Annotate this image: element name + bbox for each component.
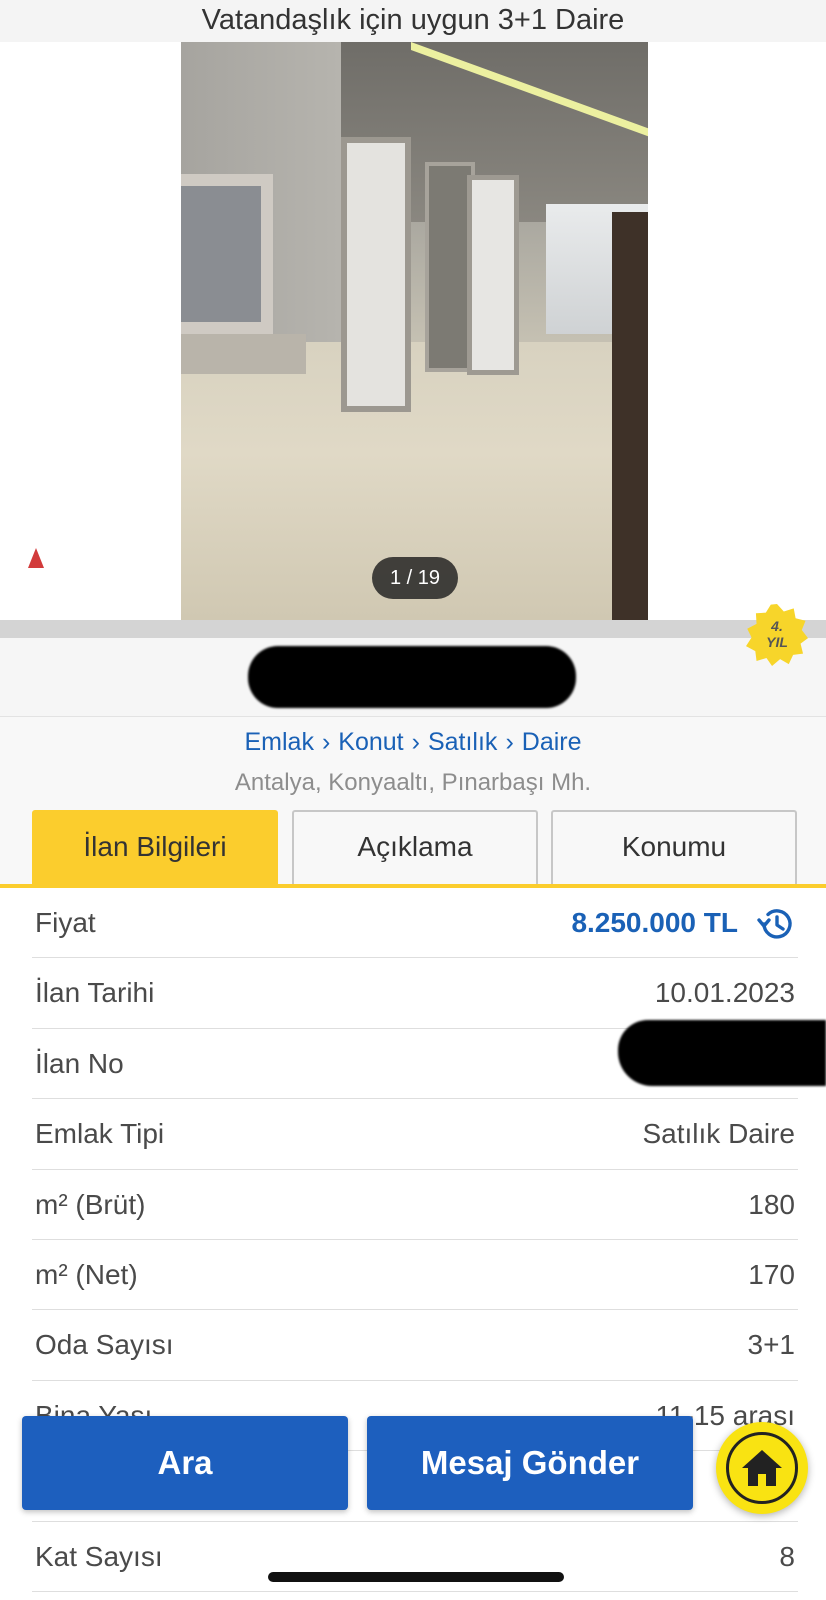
redacted-seller-name bbox=[248, 646, 576, 708]
badge-year: 4. bbox=[771, 618, 783, 634]
breadcrumb-item-daire[interactable]: Daire bbox=[522, 728, 582, 756]
tab-konumu[interactable]: Konumu bbox=[551, 810, 797, 884]
tab-aciklama[interactable]: Açıklama bbox=[292, 810, 538, 884]
breadcrumb-separator: › bbox=[321, 728, 331, 756]
detail-row-date: İlan Tarihi 10.01.2023 bbox=[32, 958, 798, 1029]
badge-label: YIL bbox=[766, 634, 788, 650]
breadcrumb: Emlak › Konut › Satılık › Daire bbox=[0, 717, 826, 767]
detail-label: Fiyat bbox=[35, 907, 96, 938]
detail-value: 10.01.2023 bbox=[654, 977, 795, 1009]
price-value: 8.250.000 TL bbox=[571, 907, 738, 938]
breadcrumb-separator: › bbox=[505, 728, 514, 756]
photo-door bbox=[341, 137, 411, 412]
breadcrumb-item-emlak[interactable]: Emlak bbox=[244, 728, 313, 756]
agency-logo bbox=[28, 546, 100, 572]
detail-value: 3+1 bbox=[747, 1329, 796, 1361]
call-button[interactable]: Ara bbox=[22, 1416, 348, 1510]
detail-value: 180 bbox=[748, 1188, 795, 1220]
detail-row-rooms: Oda Sayısı 3+1 bbox=[32, 1310, 798, 1381]
breadcrumb-item-konut[interactable]: Konut bbox=[338, 728, 403, 756]
detail-row-gross-area: m² (Brüt) 180 bbox=[32, 1170, 798, 1240]
detail-value: 170 bbox=[748, 1258, 795, 1290]
breadcrumb-item-satilik[interactable]: Satılık bbox=[428, 728, 497, 756]
redacted-listing-number bbox=[618, 1020, 826, 1086]
detail-label: m² (Net) bbox=[35, 1258, 138, 1290]
photo-counter: 1 / 19 bbox=[372, 557, 458, 599]
detail-row-price: Fiyat 8.250.000 TL bbox=[32, 888, 798, 959]
detail-row-type: Emlak Tipi Satılık Daire bbox=[32, 1099, 798, 1170]
photo-door bbox=[467, 175, 519, 375]
listing-location: Antalya, Konyaaltı, Pınarbaşı Mh. bbox=[0, 767, 826, 809]
listing-photo[interactable] bbox=[181, 42, 648, 620]
home-icon bbox=[742, 1450, 782, 1486]
seller-section[interactable] bbox=[0, 638, 826, 717]
tab-bar: İlan Bilgileri Açıklama Konumu bbox=[0, 800, 826, 887]
detail-row-net-area: m² (Net) 170 bbox=[32, 1240, 798, 1311]
photo-door-frame bbox=[612, 212, 648, 620]
detail-value: 8 bbox=[779, 1540, 795, 1572]
photo-console bbox=[181, 334, 306, 374]
detail-label: İlan No bbox=[35, 1047, 124, 1079]
home-indicator[interactable] bbox=[268, 1572, 564, 1582]
photo-gallery[interactable]: 1 / 19 bbox=[0, 42, 826, 620]
detail-label: İlan Tarihi bbox=[35, 977, 155, 1009]
detail-label: Emlak Tipi bbox=[35, 1118, 165, 1150]
detail-label: Oda Sayısı bbox=[35, 1329, 174, 1361]
breadcrumb-separator: › bbox=[411, 728, 420, 756]
price-history-icon[interactable] bbox=[756, 904, 796, 944]
membership-badge: 4. YIL bbox=[746, 604, 808, 666]
photo-mirror bbox=[181, 174, 273, 334]
listing-title: Vatandaşlık için uygun 3+1 Daire bbox=[0, 0, 826, 42]
divider bbox=[0, 620, 826, 638]
home-button[interactable] bbox=[716, 1422, 808, 1514]
tab-ilan-bilgileri[interactable]: İlan Bilgileri bbox=[32, 810, 278, 884]
detail-label: Kat Sayısı bbox=[35, 1540, 163, 1572]
agency-logo-icon bbox=[28, 548, 44, 568]
detail-value: Satılık Daire bbox=[642, 1118, 796, 1150]
detail-label: m² (Brüt) bbox=[35, 1188, 146, 1220]
send-message-button[interactable]: Mesaj Gönder bbox=[367, 1416, 693, 1510]
